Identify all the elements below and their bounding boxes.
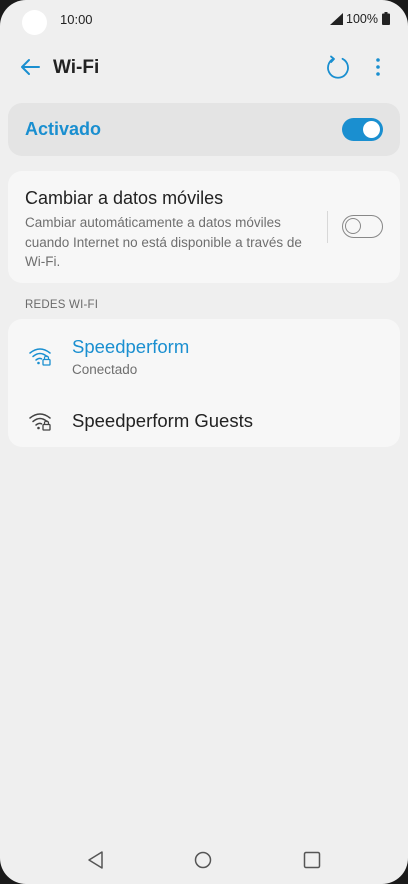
wifi-networks-header: REDES WI-FI — [25, 299, 99, 311]
wifi-master-label: Activado — [25, 119, 102, 139]
nav-recents-icon[interactable] — [302, 850, 322, 870]
wifi-networks-list: Speedperform Conectado Speedperform Gues… — [8, 319, 400, 447]
network-name: Speedperform — [72, 336, 190, 357]
battery-percent: 100% — [346, 12, 378, 26]
mobile-data-title: Cambiar a datos móviles — [25, 188, 224, 208]
camera-cutout — [22, 10, 47, 35]
wifi-master-toggle[interactable] — [342, 118, 383, 141]
mobile-data-switch-card[interactable]: Cambiar a datos móviles Cambiar automáti… — [8, 171, 400, 283]
more-options-icon[interactable] — [368, 55, 388, 79]
network-status: Conectado — [72, 362, 138, 377]
wifi-locked-icon — [29, 348, 51, 366]
battery-icon — [382, 12, 390, 25]
navigation-bar — [0, 836, 408, 884]
refresh-icon[interactable] — [325, 54, 351, 80]
toggle-knob — [363, 121, 380, 138]
phone-screen: 10:00 100% Wi-Fi Activado Cambiar a dato… — [0, 0, 408, 884]
back-arrow-icon[interactable] — [18, 55, 42, 79]
network-item-speedperform-guests[interactable]: Speedperform Guests — [8, 391, 400, 447]
wifi-locked-icon — [29, 413, 51, 431]
divider — [327, 211, 328, 243]
signal-icon — [330, 13, 343, 25]
status-time: 10:00 — [60, 12, 93, 27]
mobile-data-toggle[interactable] — [342, 215, 383, 238]
nav-back-icon[interactable] — [86, 850, 106, 870]
toggle-knob — [345, 218, 361, 234]
wifi-master-switch-row[interactable]: Activado — [8, 103, 400, 156]
nav-home-icon[interactable] — [193, 850, 213, 870]
status-bar: 10:00 100% — [0, 0, 408, 40]
network-name: Speedperform Guests — [72, 410, 253, 431]
network-item-speedperform[interactable]: Speedperform Conectado — [8, 319, 400, 391]
mobile-data-description: Cambiar automáticamente a datos móviles … — [25, 215, 302, 269]
page-title: Wi-Fi — [53, 57, 100, 78]
